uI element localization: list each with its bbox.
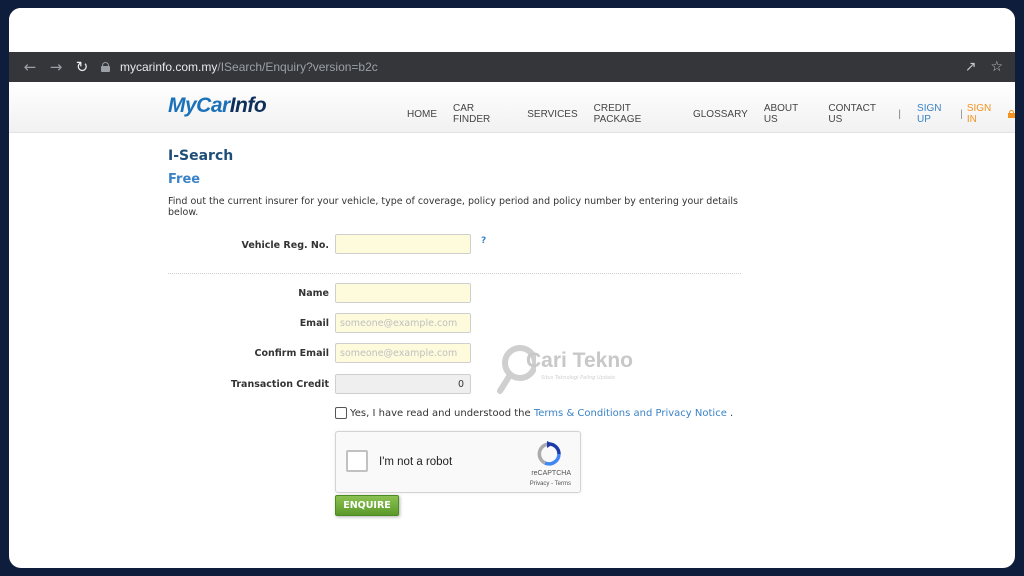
page-subtitle: Free — [168, 172, 201, 187]
lock-icon — [101, 62, 110, 72]
url-path: /ISearch/Enquiry?version=b2c — [217, 60, 378, 74]
nav-about-us[interactable]: ABOUT US — [764, 103, 813, 125]
padlock-icon — [1008, 110, 1015, 118]
forward-arrow-icon[interactable]: → — [45, 56, 67, 78]
star-icon[interactable]: ☆ — [990, 59, 1003, 75]
nav-credit-package[interactable]: CREDIT PACKAGE — [594, 103, 677, 125]
nav-home[interactable]: HOME — [407, 109, 437, 120]
email-input[interactable] — [335, 313, 471, 333]
address-bar[interactable]: mycarinfo.com.my/ISearch/Enquiry?version… — [101, 55, 961, 79]
site-logo[interactable]: MyCarInfo — [168, 94, 267, 118]
logo-part-info: Info — [229, 94, 267, 117]
sign-up-link[interactable]: SIGN UP — [917, 103, 956, 125]
recaptcha-checkbox[interactable] — [346, 450, 368, 472]
vehicle-reg-help-icon[interactable]: ? — [481, 236, 486, 246]
page-description: Find out the current insurer for your ve… — [168, 196, 738, 218]
main-nav: HOME CAR FINDER SERVICES CREDIT PACKAGE … — [407, 103, 1015, 125]
transaction-credit-label: Transaction Credit — [230, 379, 329, 390]
confirm-email-input[interactable] — [335, 343, 471, 363]
auth-separator: | — [960, 108, 963, 120]
recaptcha-label: I'm not a robot — [379, 456, 453, 468]
email-label: Email — [299, 318, 329, 329]
recaptcha-widget: I'm not a robot reCAPTCHA Privacy - Term… — [335, 431, 581, 493]
sign-in-link[interactable]: SIGN IN — [967, 103, 1002, 125]
site-header: MyCarInfo HOME CAR FINDER SERVICES CREDI… — [9, 82, 1015, 133]
top-strip — [9, 8, 1015, 52]
watermark-text: Cari Tekno — [526, 349, 633, 372]
terms-checkbox[interactable] — [335, 407, 347, 419]
recaptcha-brand: reCAPTCHA — [531, 470, 571, 477]
nav-separator: | — [898, 108, 902, 120]
terms-text-prefix: Yes, I have read and understood the — [350, 407, 534, 419]
nav-contact-us[interactable]: CONTACT US — [828, 103, 889, 125]
enquire-button[interactable]: ENQUIRE — [335, 495, 399, 516]
url-domain: mycarinfo.com.my — [120, 60, 218, 74]
terms-link[interactable]: Terms & Conditions and Privacy Notice — [534, 408, 727, 419]
watermark-subtext: Situs Teknologi Paling Update — [541, 375, 616, 381]
browser-toolbar: ← → ↻ mycarinfo.com.my/ISearch/Enquiry?v… — [9, 52, 1015, 82]
nav-glossary[interactable]: GLOSSARY — [693, 109, 748, 120]
browser-actions: ↗ ☆ — [965, 52, 1003, 82]
reload-icon[interactable]: ↻ — [71, 56, 93, 78]
terms-text-suffix: . — [726, 407, 734, 419]
logo-part-mycar: MyCar — [168, 94, 230, 117]
vehicle-reg-input[interactable] — [335, 234, 471, 254]
recaptcha-logo-icon — [537, 441, 561, 466]
confirm-email-label: Confirm Email — [254, 348, 329, 359]
recaptcha-terms[interactable]: Privacy - Terms — [530, 481, 571, 487]
watermark: Cari Tekno Situs Teknologi Paling Update — [496, 335, 656, 405]
vehicle-reg-label: Vehicle Reg. No. — [241, 240, 330, 251]
nav-car-finder[interactable]: CAR FINDER — [453, 103, 511, 125]
nav-services[interactable]: SERVICES — [527, 109, 577, 120]
screenshot-frame: ← → ↻ mycarinfo.com.my/ISearch/Enquiry?v… — [9, 8, 1015, 568]
transaction-credit-input — [335, 374, 471, 394]
form-divider — [168, 273, 741, 274]
terms-agreement: Yes, I have read and understood the Term… — [335, 407, 733, 419]
name-label: Name — [298, 288, 329, 299]
share-icon[interactable]: ↗ — [965, 59, 977, 75]
page-title: I-Search — [168, 148, 234, 164]
back-arrow-icon[interactable]: ← — [19, 56, 41, 78]
name-input[interactable] — [335, 283, 471, 303]
